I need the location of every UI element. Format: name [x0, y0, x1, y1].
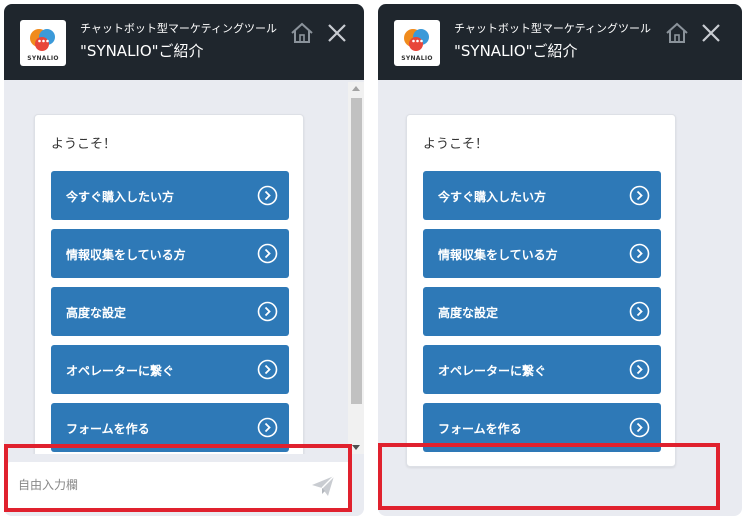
option-buy-now[interactable]: 今すぐ購入したい方 — [51, 171, 289, 220]
chat-scrollbar[interactable] — [348, 82, 364, 454]
close-icon[interactable] — [700, 22, 722, 44]
chevron-right-circle-icon — [629, 359, 650, 380]
chevron-right-circle-icon — [629, 243, 650, 264]
chat-widget-with-input: SYNALIO チャットボット型マーケティングツール "SYNALIO"ご紹介 … — [4, 4, 364, 516]
header-subtitle: チャットボット型マーケティングツール — [80, 22, 278, 35]
scroll-down-arrow-icon[interactable] — [352, 445, 360, 450]
option-gathering-info[interactable]: 情報収集をしている方 — [51, 229, 289, 278]
option-label: 情報収集をしている方 — [438, 248, 558, 262]
highlight-box-input-area — [4, 444, 352, 512]
welcome-message: ようこそ！ — [423, 137, 489, 152]
header-subtitle: チャットボット型マーケティングツール — [454, 22, 652, 35]
chevron-right-circle-icon — [629, 301, 650, 322]
synalio-logo: SYNALIO — [394, 20, 440, 66]
highlight-box-no-input-area — [378, 443, 720, 510]
option-label: 高度な設定 — [438, 306, 499, 320]
chat-header: SYNALIO チャットボット型マーケティングツール "SYNALIO"ご紹介 — [4, 4, 364, 80]
header-title: "SYNALIO"ご紹介 — [454, 42, 578, 60]
home-icon[interactable] — [665, 22, 689, 44]
scroll-up-arrow-icon[interactable] — [352, 86, 360, 91]
option-label: オペレーターに繋ぐ — [438, 364, 547, 378]
option-connect-operator[interactable]: オペレーターに繋ぐ — [423, 345, 661, 394]
chevron-right-circle-icon — [629, 185, 650, 206]
option-connect-operator[interactable]: オペレーターに繋ぐ — [51, 345, 289, 394]
option-label: 今すぐ購入したい方 — [438, 190, 547, 204]
close-icon[interactable] — [326, 22, 348, 44]
logo-text: SYNALIO — [401, 55, 433, 62]
welcome-card: ようこそ！ 今すぐ購入したい方 情報収集をしている方 高度な設定 オペレーターに… — [34, 114, 304, 467]
option-label: フォームを作る — [438, 422, 522, 436]
chevron-right-circle-icon — [629, 417, 650, 438]
chevron-right-circle-icon — [257, 301, 278, 322]
chevron-right-circle-icon — [257, 359, 278, 380]
option-label: 今すぐ購入したい方 — [66, 190, 175, 204]
option-label: フォームを作る — [66, 422, 150, 436]
option-advanced-settings[interactable]: 高度な設定 — [423, 287, 661, 336]
scroll-thumb[interactable] — [351, 98, 362, 404]
header-title: "SYNALIO"ご紹介 — [80, 42, 204, 60]
welcome-message: ようこそ！ — [51, 137, 117, 152]
chevron-right-circle-icon — [257, 243, 278, 264]
synalio-logo: SYNALIO — [20, 20, 66, 66]
chevron-right-circle-icon — [257, 417, 278, 438]
home-icon[interactable] — [290, 22, 314, 44]
option-label: オペレーターに繋ぐ — [66, 364, 175, 378]
welcome-card: ようこそ！ 今すぐ購入したい方 情報収集をしている方 高度な設定 オペレーターに… — [406, 114, 676, 467]
option-label: 情報収集をしている方 — [66, 248, 186, 262]
logo-text: SYNALIO — [27, 55, 59, 62]
chat-widget-without-input: SYNALIO チャットボット型マーケティングツール "SYNALIO"ご紹介 … — [378, 4, 742, 516]
option-gathering-info[interactable]: 情報収集をしている方 — [423, 229, 661, 278]
option-label: 高度な設定 — [66, 306, 127, 320]
chat-header: SYNALIO チャットボット型マーケティングツール "SYNALIO"ご紹介 — [378, 4, 742, 80]
chevron-right-circle-icon — [257, 185, 278, 206]
option-buy-now[interactable]: 今すぐ購入したい方 — [423, 171, 661, 220]
option-advanced-settings[interactable]: 高度な設定 — [51, 287, 289, 336]
